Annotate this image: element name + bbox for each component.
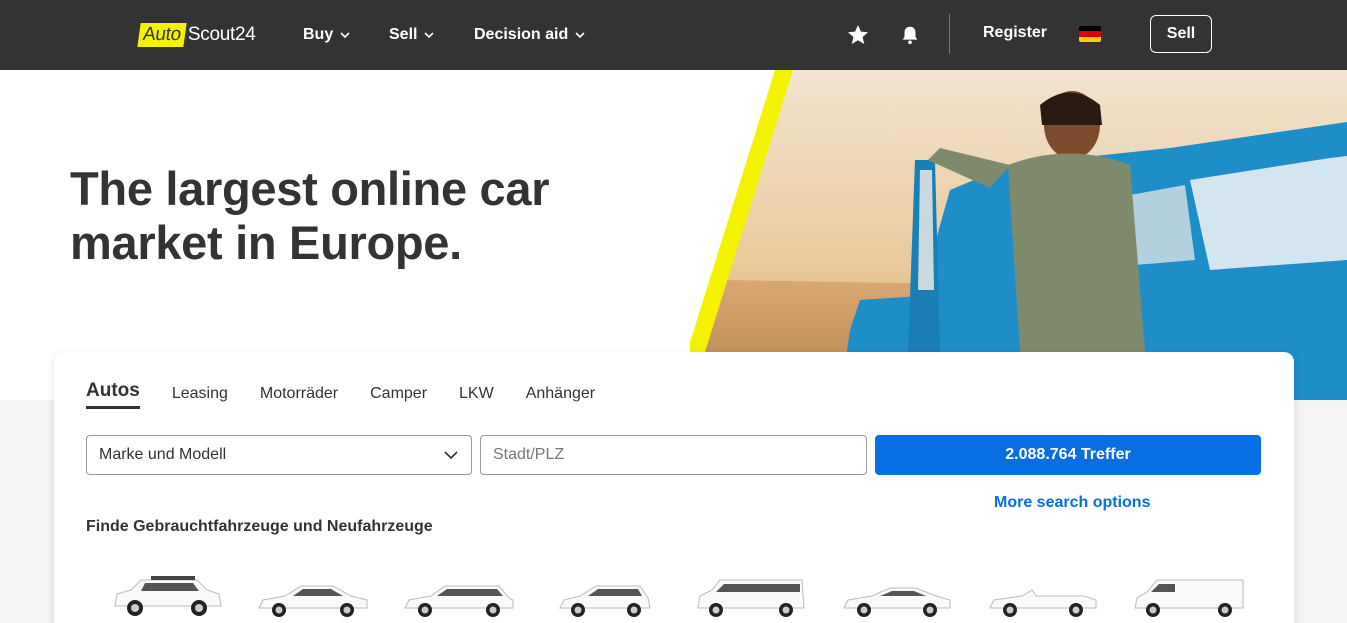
- body-type-convertible[interactable]: [970, 564, 1116, 620]
- body-type-estate[interactable]: [386, 564, 532, 620]
- hero-image: [690, 70, 1347, 400]
- show-results-button[interactable]: 2.088.764 Treffer: [875, 435, 1261, 475]
- nav-sell-label: Sell: [389, 26, 418, 43]
- suv-icon: [114, 576, 222, 616]
- star-icon: [848, 25, 868, 44]
- tab-camper[interactable]: Camper: [370, 385, 427, 409]
- header-divider: [949, 14, 950, 54]
- make-model-value: Marke und Modell: [99, 446, 227, 463]
- chevron-down-icon: [424, 32, 435, 39]
- chevron-down-icon: [340, 32, 350, 39]
- bell-icon: [902, 26, 918, 45]
- sedan-icon: [258, 585, 368, 617]
- nav-buy-label: Buy: [303, 26, 334, 43]
- body-type-hatchback[interactable]: [532, 564, 678, 620]
- autoscout24-logo[interactable]: Auto Scout24: [137, 22, 256, 48]
- vehicle-types-heading: Finde Gebrauchtfahrzeuge und Neufahrzeug…: [86, 518, 433, 535]
- search-card: Autos Leasing Motorräder Camper LKW Anhä…: [54, 352, 1294, 623]
- chevron-down-icon: [575, 32, 585, 39]
- tab-anhaenger[interactable]: Anhänger: [526, 385, 595, 409]
- tab-lkw[interactable]: LKW: [459, 385, 494, 409]
- body-type-coupe[interactable]: [824, 564, 970, 620]
- sell-button[interactable]: Sell: [1150, 15, 1212, 53]
- van-icon: [1134, 579, 1244, 617]
- german-flag-icon[interactable]: [1079, 26, 1101, 42]
- coupe-icon: [843, 587, 951, 617]
- convertible-icon: [989, 589, 1097, 617]
- notifications-button[interactable]: [895, 20, 925, 50]
- hero-banner: The largest online car market in Europe.: [0, 70, 1347, 400]
- tab-autos[interactable]: Autos: [86, 380, 140, 409]
- nav-decision-aid[interactable]: Decision aid: [474, 24, 586, 46]
- nav-sell[interactable]: Sell: [389, 24, 435, 46]
- body-type-list: [94, 564, 1262, 620]
- body-type-minibus[interactable]: [678, 564, 824, 620]
- body-type-suv[interactable]: [94, 564, 240, 620]
- top-navigation-bar: Auto Scout24 Buy Sell Decision aid Regis…: [0, 0, 1347, 70]
- register-link[interactable]: Register: [983, 24, 1047, 42]
- more-search-options-link[interactable]: More search options: [994, 494, 1150, 512]
- vehicle-category-tabs: Autos Leasing Motorräder Camper LKW Anhä…: [86, 380, 595, 409]
- tab-leasing[interactable]: Leasing: [172, 385, 228, 409]
- favorites-button[interactable]: [843, 20, 873, 50]
- logo-auto-text: Auto: [137, 23, 187, 47]
- body-type-van[interactable]: [1116, 564, 1262, 620]
- estate-icon: [404, 585, 514, 617]
- hero-title: The largest online car market in Europe.: [70, 162, 550, 269]
- location-input[interactable]: [480, 435, 867, 475]
- nav-decision-aid-label: Decision aid: [474, 26, 569, 43]
- logo-scout-text: Scout24: [187, 24, 256, 45]
- nav-buy[interactable]: Buy: [303, 24, 351, 46]
- tab-motorraeder[interactable]: Motorräder: [260, 385, 338, 409]
- body-type-sedan[interactable]: [240, 564, 386, 620]
- minibus-icon: [697, 579, 805, 617]
- chevron-down-icon: [444, 451, 458, 460]
- make-model-select[interactable]: Marke und Modell: [86, 435, 472, 475]
- hatchback-icon: [559, 585, 651, 617]
